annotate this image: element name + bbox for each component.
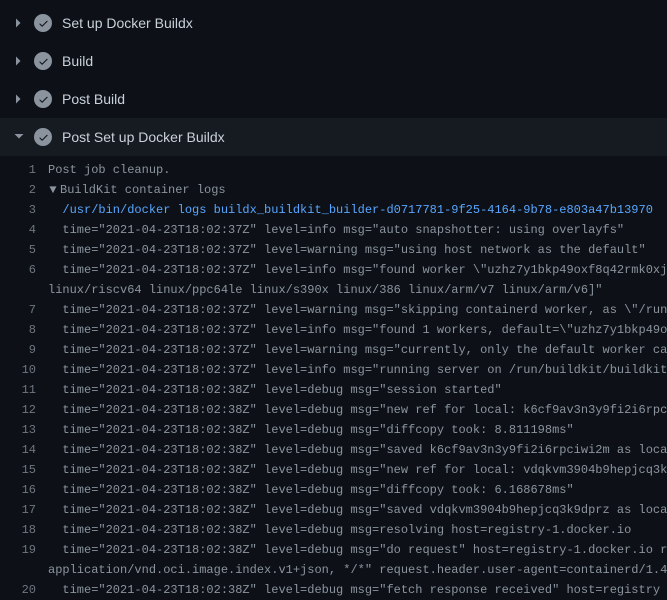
- chevron-right-icon: [14, 56, 24, 66]
- log-line-text: ▼BuildKit container logs: [48, 180, 226, 200]
- log-line-number: 14: [0, 440, 48, 460]
- log-line: 19 time="2021-04-23T18:02:38Z" level=deb…: [0, 540, 667, 560]
- step-post-build[interactable]: Post Build: [0, 80, 667, 118]
- step-label: Build: [62, 53, 93, 69]
- log-line-number: 5: [0, 240, 48, 260]
- chevron-down-icon: [14, 132, 24, 142]
- log-line-text: time="2021-04-23T18:02:38Z" level=debug …: [48, 480, 574, 500]
- log-line: linux/riscv64 linux/ppc64le linux/s390x …: [0, 280, 667, 300]
- chevron-right-icon: [14, 94, 24, 104]
- log-line: 18 time="2021-04-23T18:02:38Z" level=deb…: [0, 520, 667, 540]
- step-setup-docker-buildx[interactable]: Set up Docker Buildx: [0, 4, 667, 42]
- log-line: 16 time="2021-04-23T18:02:38Z" level=deb…: [0, 480, 667, 500]
- chevron-right-icon: [14, 18, 24, 28]
- log-line-text: time="2021-04-23T18:02:38Z" level=debug …: [48, 540, 667, 560]
- log-line-text: time="2021-04-23T18:02:38Z" level=debug …: [48, 580, 660, 600]
- step-label: Post Set up Docker Buildx: [62, 129, 225, 145]
- log-line: 7 time="2021-04-23T18:02:37Z" level=warn…: [0, 300, 667, 320]
- log-line: 17 time="2021-04-23T18:02:38Z" level=deb…: [0, 500, 667, 520]
- log-line-text: time="2021-04-23T18:02:38Z" level=debug …: [48, 380, 502, 400]
- log-line-text: time="2021-04-23T18:02:37Z" level=info m…: [48, 260, 667, 280]
- step-build[interactable]: Build: [0, 42, 667, 80]
- log-line-text: time="2021-04-23T18:02:37Z" level=info m…: [48, 220, 624, 240]
- log-line-text: time="2021-04-23T18:02:37Z" level=warnin…: [48, 240, 646, 260]
- log-line: 14 time="2021-04-23T18:02:38Z" level=deb…: [0, 440, 667, 460]
- log-line-number: 20: [0, 580, 48, 600]
- log-line-number: 2: [0, 180, 48, 200]
- log-line-number: 4: [0, 220, 48, 240]
- log-line: 5 time="2021-04-23T18:02:37Z" level=warn…: [0, 240, 667, 260]
- log-line: 9 time="2021-04-23T18:02:37Z" level=warn…: [0, 340, 667, 360]
- log-line-number: 1: [0, 160, 48, 180]
- log-line-text: time="2021-04-23T18:02:38Z" level=debug …: [48, 500, 667, 520]
- log-line: 15 time="2021-04-23T18:02:38Z" level=deb…: [0, 460, 667, 480]
- log-line-text: time="2021-04-23T18:02:37Z" level=info m…: [48, 360, 667, 380]
- step-label: Post Build: [62, 91, 125, 107]
- log-line-text: time="2021-04-23T18:02:37Z" level=warnin…: [48, 340, 667, 360]
- step-label: Set up Docker Buildx: [62, 15, 193, 31]
- log-line: 2▼BuildKit container logs: [0, 180, 667, 200]
- log-line-text: /usr/bin/docker logs buildx_buildkit_bui…: [48, 200, 653, 220]
- log-output: 1Post job cleanup.2▼BuildKit container l…: [0, 156, 667, 600]
- log-line: 13 time="2021-04-23T18:02:38Z" level=deb…: [0, 420, 667, 440]
- log-line: 6 time="2021-04-23T18:02:37Z" level=info…: [0, 260, 667, 280]
- log-line: 3 /usr/bin/docker logs buildx_buildkit_b…: [0, 200, 667, 220]
- log-line-number: 11: [0, 380, 48, 400]
- check-icon: [34, 52, 52, 70]
- log-line: application/vnd.oci.image.index.v1+json,…: [0, 560, 667, 580]
- log-line: 12 time="2021-04-23T18:02:38Z" level=deb…: [0, 400, 667, 420]
- log-line: 20 time="2021-04-23T18:02:38Z" level=deb…: [0, 580, 667, 600]
- check-icon: [34, 128, 52, 146]
- log-line-number: 16: [0, 480, 48, 500]
- log-line-text: time="2021-04-23T18:02:38Z" level=debug …: [48, 460, 667, 480]
- log-line-number: 13: [0, 420, 48, 440]
- log-line-number: 7: [0, 300, 48, 320]
- log-line-number: 12: [0, 400, 48, 420]
- log-line-number: 9: [0, 340, 48, 360]
- log-line-number: 15: [0, 460, 48, 480]
- log-line-text: time="2021-04-23T18:02:37Z" level=info m…: [48, 320, 667, 340]
- step-post-setup-docker-buildx[interactable]: Post Set up Docker Buildx: [0, 118, 667, 156]
- log-line-text: time="2021-04-23T18:02:37Z" level=warnin…: [48, 300, 667, 320]
- log-line-text: Post job cleanup.: [48, 160, 170, 180]
- log-line-number: 10: [0, 360, 48, 380]
- workflow-steps: Set up Docker Buildx Build Post Build Po…: [0, 0, 667, 600]
- log-line-text: linux/riscv64 linux/ppc64le linux/s390x …: [48, 280, 603, 300]
- log-line-number: 8: [0, 320, 48, 340]
- collapse-caret-icon[interactable]: ▼: [48, 180, 58, 200]
- log-line-number: 6: [0, 260, 48, 280]
- log-line: 1Post job cleanup.: [0, 160, 667, 180]
- log-line-number: 17: [0, 500, 48, 520]
- check-icon: [34, 14, 52, 32]
- log-line-text: time="2021-04-23T18:02:38Z" level=debug …: [48, 400, 667, 420]
- log-line-number: 3: [0, 200, 48, 220]
- log-line-number: 19: [0, 540, 48, 560]
- log-line: 8 time="2021-04-23T18:02:37Z" level=info…: [0, 320, 667, 340]
- check-icon: [34, 90, 52, 108]
- log-line-text: time="2021-04-23T18:02:38Z" level=debug …: [48, 420, 574, 440]
- log-line: 11 time="2021-04-23T18:02:38Z" level=deb…: [0, 380, 667, 400]
- log-line: 10 time="2021-04-23T18:02:37Z" level=inf…: [0, 360, 667, 380]
- log-line-number: 18: [0, 520, 48, 540]
- log-line-text: time="2021-04-23T18:02:38Z" level=debug …: [48, 440, 667, 460]
- log-line-text: application/vnd.oci.image.index.v1+json,…: [48, 560, 667, 580]
- log-line: 4 time="2021-04-23T18:02:37Z" level=info…: [0, 220, 667, 240]
- log-line-text: time="2021-04-23T18:02:38Z" level=debug …: [48, 520, 631, 540]
